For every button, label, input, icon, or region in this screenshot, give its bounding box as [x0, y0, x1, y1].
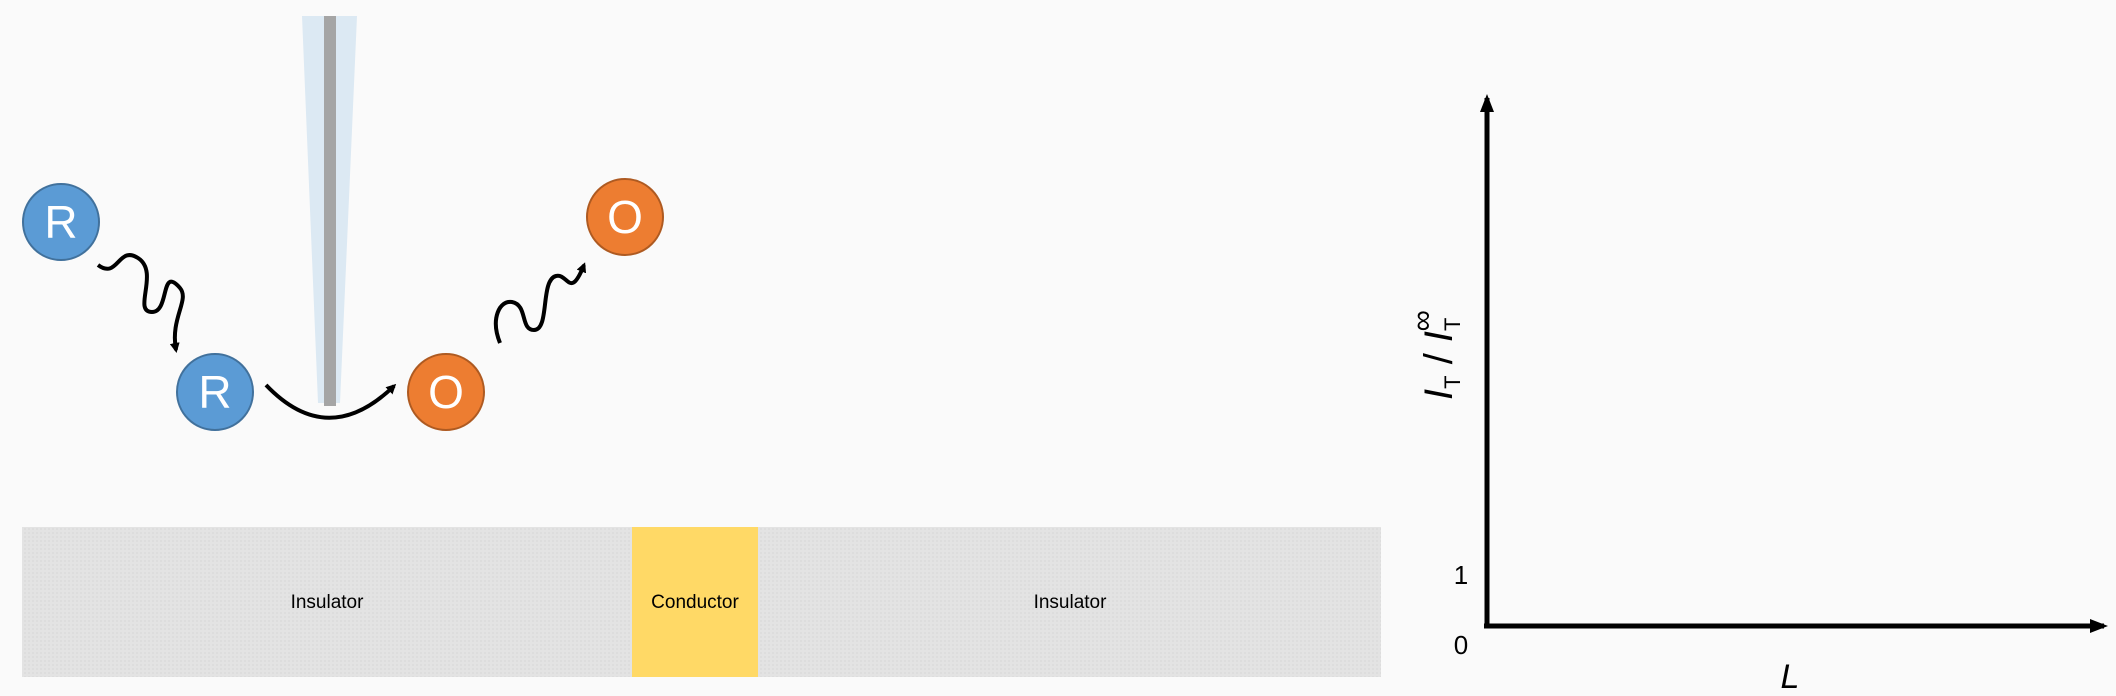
species-label-o-bulk: O — [607, 191, 643, 243]
substrate: Insulator Conductor Insulator — [22, 527, 1381, 677]
y-label-numerator: I — [1417, 389, 1461, 400]
scecm-diagram: R R O O Insulator Conductor Insulator 0 … — [0, 0, 2116, 696]
species-o-tip: O — [407, 353, 485, 431]
tick-label-one: 1 — [1454, 560, 1468, 590]
species-o-bulk: O — [586, 178, 664, 256]
y-label-denominator-sup: ∞ — [1406, 310, 1439, 331]
insulator-right-label: Insulator — [1034, 592, 1108, 613]
tick-label-zero: 0 — [1454, 630, 1468, 660]
species-label-r-bulk: R — [44, 196, 77, 248]
conductor-label: Conductor — [651, 592, 739, 613]
y-label-denominator: I — [1417, 331, 1461, 342]
x-axis-label: L — [1781, 658, 1800, 696]
species-r-tip: R — [176, 353, 254, 431]
y-label-numerator-sub: T — [1440, 375, 1465, 388]
species-label-o-tip: O — [428, 366, 464, 418]
species-label-r-tip: R — [198, 366, 231, 418]
species-r-bulk: R — [22, 183, 100, 261]
tip-wire — [324, 16, 336, 406]
insulator-left-label: Insulator — [291, 592, 365, 613]
y-label-separator: / — [1417, 342, 1461, 375]
y-label-denominator-sub: T — [1440, 318, 1465, 331]
